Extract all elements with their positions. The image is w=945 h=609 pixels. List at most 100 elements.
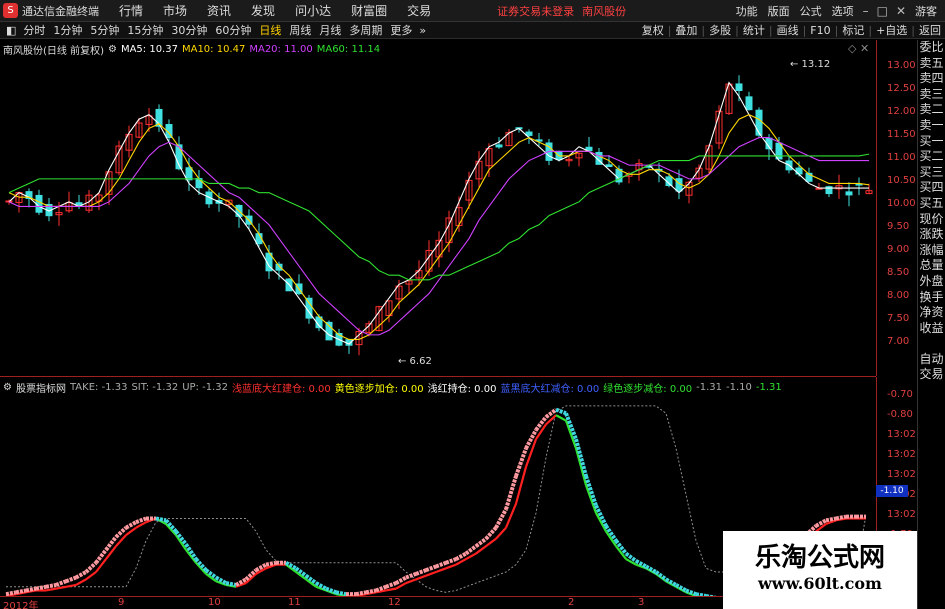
back-button[interactable]: 返回	[919, 22, 941, 38]
menu-options[interactable]: 选项	[832, 3, 854, 19]
high-price-label: ← 13.12	[790, 59, 830, 70]
take-segment	[55, 585, 67, 590]
sit-segment	[665, 577, 677, 587]
side-panel-item[interactable]: 买五	[918, 196, 945, 212]
side-panel-item[interactable]: 买四	[918, 180, 945, 196]
toggle-icon[interactable]: ◧	[6, 24, 16, 37]
take-segment	[514, 466, 528, 505]
side-panel-item[interactable]: 涨幅	[918, 243, 945, 259]
app-logo-icon: S	[3, 3, 18, 18]
menu-formula[interactable]: 公式	[800, 3, 822, 19]
sit-segment	[474, 537, 488, 548]
side-panel-item[interactable]: 卖一	[918, 118, 945, 134]
minimize-icon[interactable]: –	[863, 4, 869, 18]
side-panel-item[interactable]: 自动	[918, 352, 945, 368]
period-5min[interactable]: 5分钟	[90, 22, 119, 38]
x-label-11: 11	[288, 597, 301, 608]
menu-market[interactable]: 市场	[163, 2, 187, 19]
take-segment	[425, 570, 437, 577]
chevron-right-icon[interactable]: »	[419, 24, 426, 37]
x-label-year: 2012年	[3, 601, 39, 609]
ma5-label: MA5: 10.37	[120, 44, 178, 55]
period-weekly[interactable]: 周线	[289, 22, 311, 38]
period-15min[interactable]: 15分钟	[127, 22, 163, 38]
take-segment	[405, 578, 417, 585]
side-panel-item[interactable]: 现价	[918, 212, 945, 228]
take-segment	[385, 587, 397, 592]
menu-news[interactable]: 资讯	[207, 2, 231, 19]
period-intraday[interactable]: 分时	[23, 22, 45, 38]
side-panel-item[interactable]: 总量	[918, 258, 945, 274]
gear-icon[interactable]: ⚙	[108, 44, 117, 55]
side-panel-item[interactable]: 涨跌	[918, 227, 945, 243]
value-label-1: -1.31	[696, 382, 722, 393]
side-panel-item[interactable]: 买三	[918, 165, 945, 181]
sit-segment	[415, 568, 427, 576]
close-icon[interactable]: ✕	[896, 4, 906, 18]
sit-segment	[484, 526, 498, 541]
app-name: 通达信金融终端	[22, 4, 99, 18]
guest-label[interactable]: 游客	[915, 3, 937, 19]
price-tick: 12.50	[887, 83, 916, 94]
side-panel-item[interactable]: 交易	[918, 367, 945, 383]
menu-quotes[interactable]: 行情	[119, 2, 143, 19]
period-more[interactable]: 更多	[390, 22, 412, 38]
side-panel-item[interactable]: 卖三	[918, 87, 945, 103]
add-watchlist-button[interactable]: +自选	[876, 22, 907, 38]
menu-function[interactable]: 功能	[736, 3, 758, 19]
period-daily[interactable]: 日线	[259, 22, 281, 38]
menu-trade[interactable]: 交易	[407, 2, 431, 19]
side-panel-item[interactable]: 卖五	[918, 56, 945, 72]
side-panel-item[interactable]: 外盘	[918, 274, 945, 290]
statistics-button[interactable]: 统计	[743, 22, 765, 38]
sit-segment	[135, 516, 147, 525]
period-multi[interactable]: 多周期	[349, 22, 382, 38]
side-panel-item[interactable]: 卖四	[918, 71, 945, 87]
multi-stock-button[interactable]: 多股	[709, 22, 731, 38]
side-panel-item[interactable]: 卖二	[918, 102, 945, 118]
side-panel-item[interactable]: 委比	[918, 40, 945, 56]
f10-button[interactable]: F10	[810, 24, 830, 37]
restore-rights-button[interactable]: 复权	[642, 22, 664, 38]
candle-body	[275, 263, 283, 271]
menu-layout[interactable]: 版面	[768, 3, 790, 19]
ma-line-ma5	[8, 81, 869, 345]
side-panel-item[interactable]	[918, 336, 945, 352]
draw-line-button[interactable]: 画线	[777, 22, 799, 38]
login-alert[interactable]: 证券交易未登录	[497, 3, 574, 19]
menu-wealth[interactable]: 财富圈	[351, 2, 387, 19]
period-1min[interactable]: 1分钟	[53, 22, 82, 38]
mark-button[interactable]: 标记	[842, 22, 864, 38]
price-tick: 12.00	[887, 106, 916, 117]
side-panel-item[interactable]: 收益	[918, 321, 945, 337]
price-tick: 13.00	[887, 60, 916, 71]
menu-ask[interactable]: 问小达	[295, 2, 331, 19]
ma-line-ma10	[8, 114, 870, 341]
sit-segment	[265, 560, 277, 567]
overlay-button[interactable]: 叠加	[675, 22, 697, 38]
maximize-icon[interactable]: □	[877, 4, 888, 18]
sit-segment	[84, 561, 98, 574]
side-panel-item[interactable]: 买二	[918, 149, 945, 165]
side-panel: 委比 卖五 卖四 卖三 卖二 卖一 买一 买二 买三 买四 买五 现价 涨跌 涨幅 总量 外盘 换手 净资 收益自动…	[917, 40, 945, 609]
sit-label: SIT: -1.32	[131, 382, 179, 393]
settings-icon[interactable]: ◇ ✕	[848, 42, 869, 55]
side-panel-item[interactable]: 换手	[918, 290, 945, 306]
sit-segment	[425, 564, 437, 573]
period-monthly[interactable]: 月线	[319, 22, 341, 38]
candle-body	[185, 167, 193, 181]
price-chart[interactable]: ← 13.12 ← 6.62	[0, 55, 876, 367]
side-panel-item[interactable]: 净资	[918, 305, 945, 321]
price-tick: 10.00	[887, 198, 916, 209]
candle-body	[495, 144, 503, 148]
sit-segment	[825, 516, 837, 523]
side-panel-item[interactable]: 买一	[918, 134, 945, 150]
menu-discover[interactable]: 发现	[251, 2, 275, 19]
sit-segment	[65, 575, 77, 584]
value-label-2: -1.10	[725, 382, 752, 393]
period-60min[interactable]: 60分钟	[215, 22, 251, 38]
x-label-12: 12	[388, 597, 401, 608]
indicator-gear-icon[interactable]: ⚙	[3, 382, 12, 393]
period-30min[interactable]: 30分钟	[171, 22, 207, 38]
sit-segment	[504, 475, 518, 510]
